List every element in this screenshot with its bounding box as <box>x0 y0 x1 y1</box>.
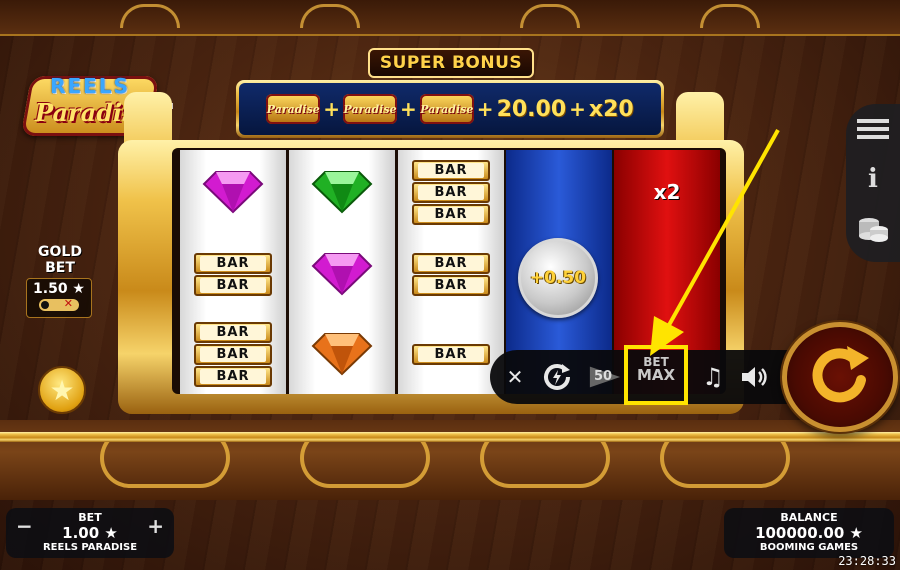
close-icon: ✕ <box>506 365 524 389</box>
sound-button[interactable] <box>738 361 772 393</box>
super-bonus-label: SUPER BONUS <box>368 48 534 78</box>
autoplay-button[interactable] <box>540 361 574 393</box>
bar-label: BAR <box>200 255 266 271</box>
reel-multiplier: x2 <box>653 180 681 204</box>
bar-label: BAR <box>418 184 484 200</box>
symbol-purple-gem <box>180 152 286 232</box>
balance-panel: BALANCE 100000.00 ★ BOOMING GAMES <box>724 508 894 558</box>
bet-decrease-button[interactable]: − <box>16 514 33 538</box>
ornament-swirl <box>520 4 580 28</box>
ornament-swirl <box>700 4 760 28</box>
bar-label: BAR <box>418 346 484 362</box>
super-bonus-logo-1: Paradise <box>266 94 321 124</box>
turbo-button[interactable]: 50 <box>588 361 622 393</box>
balance-label: BALANCE <box>780 511 838 524</box>
toggle-knob <box>41 301 49 309</box>
info-icon: i <box>868 164 878 194</box>
coin-symbol: +0.50 <box>518 238 598 318</box>
ornament-swirl <box>120 4 180 28</box>
bet-panel: − BET 1.00 ★ REELS PARADISE + <box>6 508 174 558</box>
plus-sign: + <box>476 97 494 121</box>
reel-2 <box>289 150 395 394</box>
gold-bet-toggle[interactable]: ✕ <box>39 297 79 311</box>
side-menu: i <box>846 104 900 262</box>
gold-bet-value: 1.50 ★ <box>33 281 85 297</box>
balance-value: 100000.00 ★ <box>755 524 863 542</box>
clock: 23:28:33 <box>838 554 896 568</box>
music-button[interactable]: ♫ <box>696 361 730 393</box>
spin-icon <box>812 346 869 403</box>
bet-settings-button[interactable] <box>856 212 890 246</box>
plus-sign: + <box>400 97 417 121</box>
super-bonus-bar: Paradise + Paradise + Paradise + 20.00 +… <box>236 80 664 138</box>
menu-button[interactable] <box>856 112 890 146</box>
symbol-green-gem <box>289 152 395 232</box>
symbol-bar-single: BAR <box>398 314 504 394</box>
ornament-swirl <box>300 4 360 28</box>
bar-label: BAR <box>200 277 266 293</box>
bar-label: BAR <box>418 162 484 178</box>
turbo-label: 50 <box>594 369 613 384</box>
symbol-bar-triple: BAR BAR BAR <box>398 152 504 232</box>
star-button[interactable]: ★ <box>38 366 86 414</box>
spin-button[interactable] <box>782 322 898 432</box>
bar-label: BAR <box>418 277 484 293</box>
provider-name: BOOMING GAMES <box>759 542 859 553</box>
super-bonus-multiplier: x20 <box>588 96 634 122</box>
super-bonus-logo-2: Paradise <box>343 94 398 124</box>
music-icon: ♫ <box>702 363 724 391</box>
info-button[interactable]: i <box>856 162 890 196</box>
symbol-bar-double: BAR BAR <box>180 234 286 314</box>
symbol-orange-gem <box>289 314 395 394</box>
symbol-bar-double: BAR BAR <box>398 234 504 314</box>
bar-label: BAR <box>200 346 266 362</box>
close-button[interactable]: ✕ <box>498 361 532 393</box>
bet-max-highlight-box <box>624 345 688 405</box>
top-ornament <box>0 0 900 36</box>
symbol-purple-gem <box>289 234 395 314</box>
gold-bet-box: 1.50 ★ ✕ <box>26 278 92 318</box>
speaker-icon <box>742 367 767 387</box>
bar-label: BAR <box>200 368 266 384</box>
super-bonus-logo-3: Paradise <box>419 94 474 124</box>
bottom-gold-rail <box>0 432 900 442</box>
autoplay-icon <box>544 364 570 390</box>
toggle-off-icon: ✕ <box>63 297 73 310</box>
plus-sign: + <box>323 97 341 121</box>
plus-sign: + <box>569 97 586 121</box>
game-name: REELS PARADISE <box>42 542 138 553</box>
reel-1: BAR BAR BAR BAR BAR <box>180 150 286 394</box>
coins-icon <box>859 218 888 242</box>
super-bonus-amount: 20.00 <box>496 96 567 122</box>
gold-bet-panel: GOLD BET 1.50 ★ ✕ <box>22 244 98 318</box>
coin-value: +0.50 <box>529 268 587 288</box>
bar-label: BAR <box>418 255 484 271</box>
star-icon: ★ <box>49 373 75 407</box>
game-stage: REELS Paradise TM GOLD BET 1.50 ★ ✕ ★ Pa… <box>0 0 900 570</box>
symbol-bar-triple: BAR BAR BAR <box>180 314 286 394</box>
gold-bet-title: GOLD BET <box>38 244 82 276</box>
bet-increase-button[interactable]: + <box>147 514 164 538</box>
hamburger-icon <box>857 119 889 139</box>
reel-3: BAR BAR BAR BAR BAR BAR <box>398 150 504 394</box>
bar-label: BAR <box>418 206 484 222</box>
bar-label: BAR <box>200 324 266 340</box>
